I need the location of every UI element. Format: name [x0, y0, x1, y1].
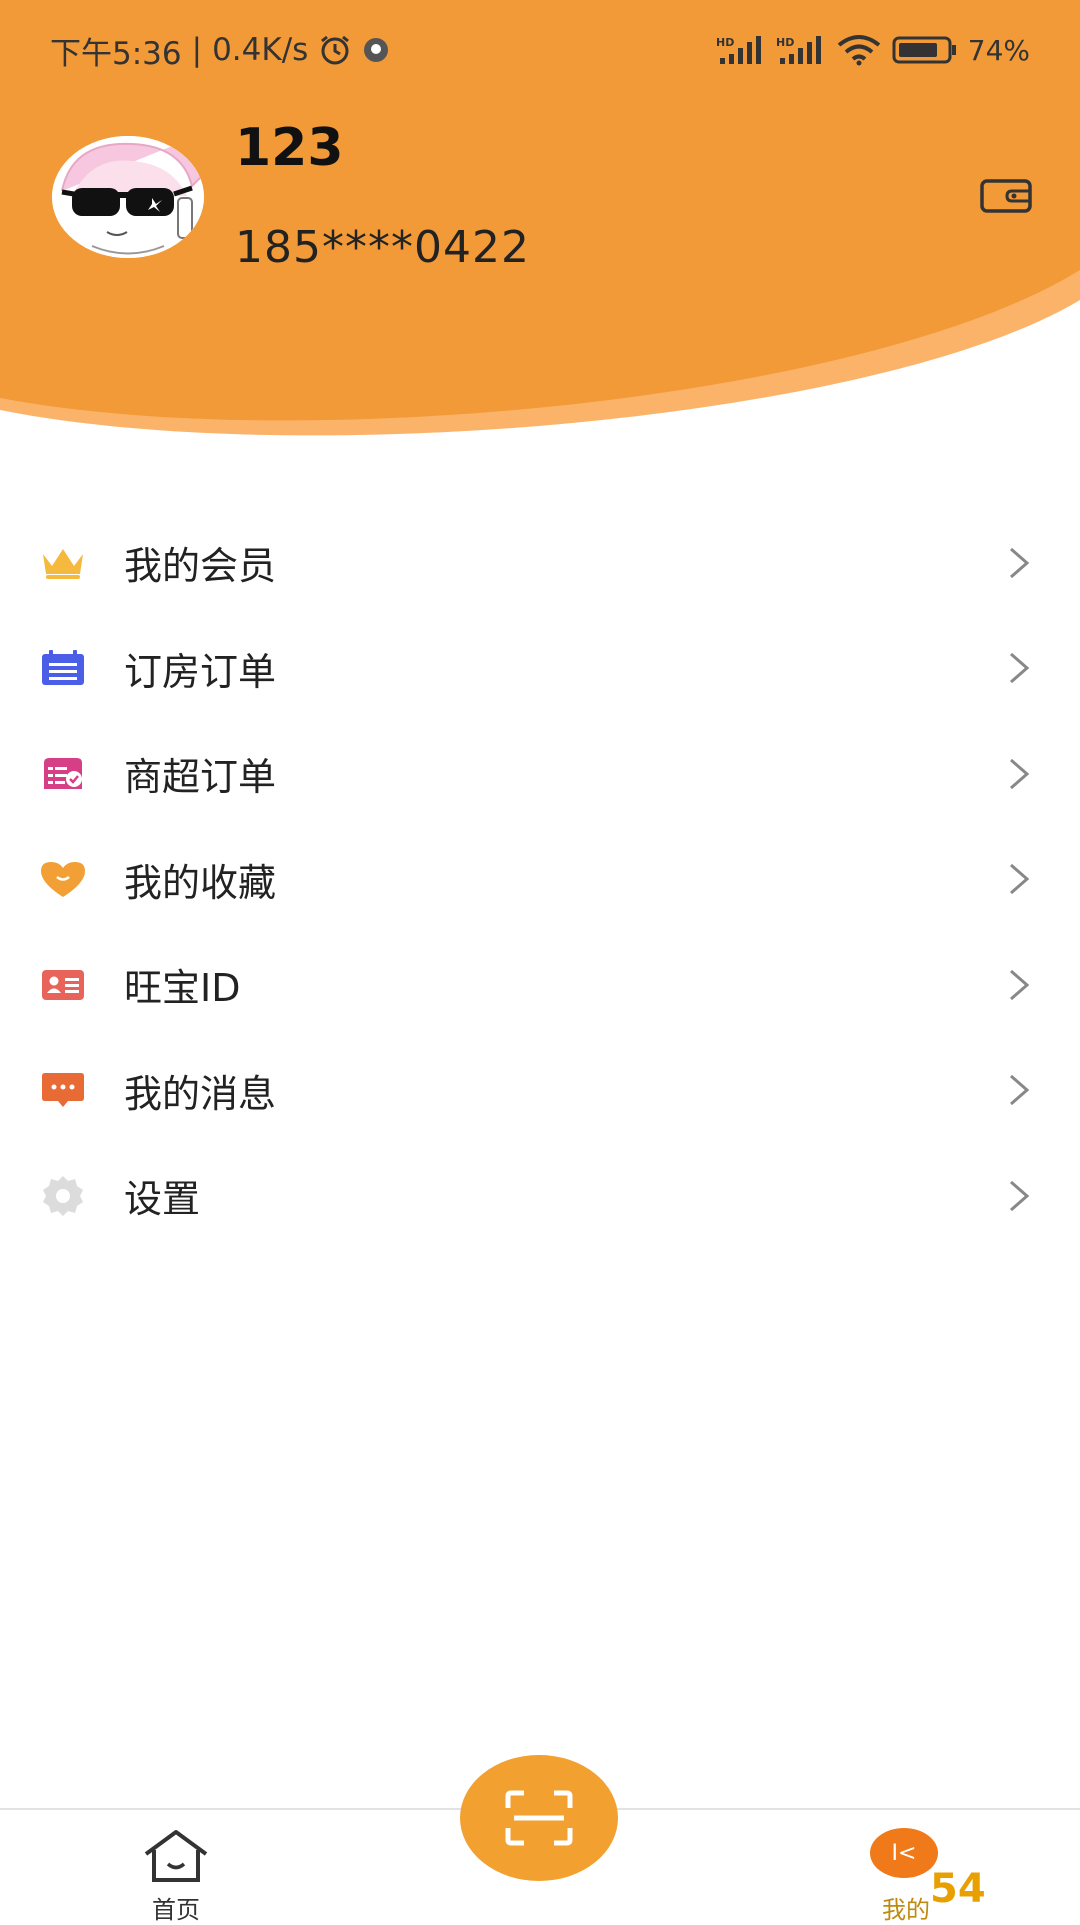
- status-left: 下午5:36 | 0.4K/s: [50, 28, 390, 73]
- heart-icon: [38, 854, 88, 904]
- username: 123: [235, 118, 344, 178]
- menu-item-favorites[interactable]: 我的收藏: [0, 827, 1080, 933]
- menu-item-store-orders[interactable]: 商超订单: [0, 721, 1080, 827]
- chevron-right-icon: [1010, 758, 1030, 789]
- phone-number: 185****0422: [235, 222, 530, 273]
- signal-icon-2: HD: [776, 34, 826, 66]
- chevron-right-icon: [1010, 969, 1030, 1000]
- crown-icon: [38, 538, 88, 588]
- menu-item-label: 订房订单: [124, 649, 277, 694]
- menu-item-label: 旺宝ID: [124, 966, 241, 1011]
- menu-item-label: 我的消息: [124, 1071, 277, 1116]
- scan-button[interactable]: [460, 1755, 618, 1881]
- chevron-right-icon: [1010, 864, 1030, 895]
- mine-avatar-icon: I<: [870, 1828, 938, 1878]
- signal-icon-1: HD: [716, 34, 766, 66]
- alarm-icon: [318, 33, 352, 67]
- menu-item-label: 我的收藏: [124, 860, 277, 905]
- user-avatar[interactable]: [52, 136, 204, 258]
- signal-hd-label-2: HD: [776, 36, 794, 49]
- chevron-right-icon: [1010, 547, 1030, 578]
- status-divider: |: [191, 32, 203, 68]
- scan-icon: [505, 1790, 573, 1846]
- watermark-logo: 54: [930, 1866, 986, 1912]
- battery-icon: [892, 35, 958, 65]
- chevron-right-icon: [1010, 1180, 1030, 1211]
- menu-item-messages[interactable]: 我的消息: [0, 1038, 1080, 1144]
- calendar-list-icon: [38, 643, 88, 693]
- id-card-icon: [38, 960, 88, 1010]
- menu-item-room-orders[interactable]: 订房订单: [0, 616, 1080, 722]
- nav-home[interactable]: 首页: [140, 1828, 212, 1924]
- chevron-right-icon: [1010, 1075, 1030, 1106]
- menu-item-label: 设置: [124, 1177, 201, 1222]
- battery-percentage: 74%: [967, 33, 1030, 67]
- status-time: 下午5:36: [50, 35, 182, 72]
- menu-item-wangbao-id[interactable]: 旺宝ID: [0, 932, 1080, 1038]
- menu-list: 我的会员 订房订单 商超订单 我的收藏 旺宝ID 我的消息 设置: [0, 510, 1080, 1249]
- menu-item-label: 我的会员: [124, 544, 277, 589]
- qq-notification-icon: [362, 36, 390, 64]
- menu-item-settings[interactable]: 设置: [0, 1143, 1080, 1249]
- menu-item-label: 商超订单: [124, 755, 277, 800]
- signal-hd-label-1: HD: [716, 36, 734, 49]
- wifi-icon: [836, 34, 882, 66]
- gear-icon: [38, 1171, 88, 1221]
- wallet-icon[interactable]: [980, 178, 1032, 214]
- chevron-right-icon: [1010, 653, 1030, 684]
- store-order-icon: [38, 749, 88, 799]
- message-icon: [38, 1065, 88, 1115]
- home-icon: [144, 1830, 208, 1882]
- status-right: HD HD 74%: [716, 34, 1030, 67]
- network-speed: 0.4K/s: [212, 32, 309, 68]
- menu-item-membership[interactable]: 我的会员: [0, 510, 1080, 616]
- status-bar: 下午5:36 | 0.4K/s HD HD 74%: [0, 0, 1080, 100]
